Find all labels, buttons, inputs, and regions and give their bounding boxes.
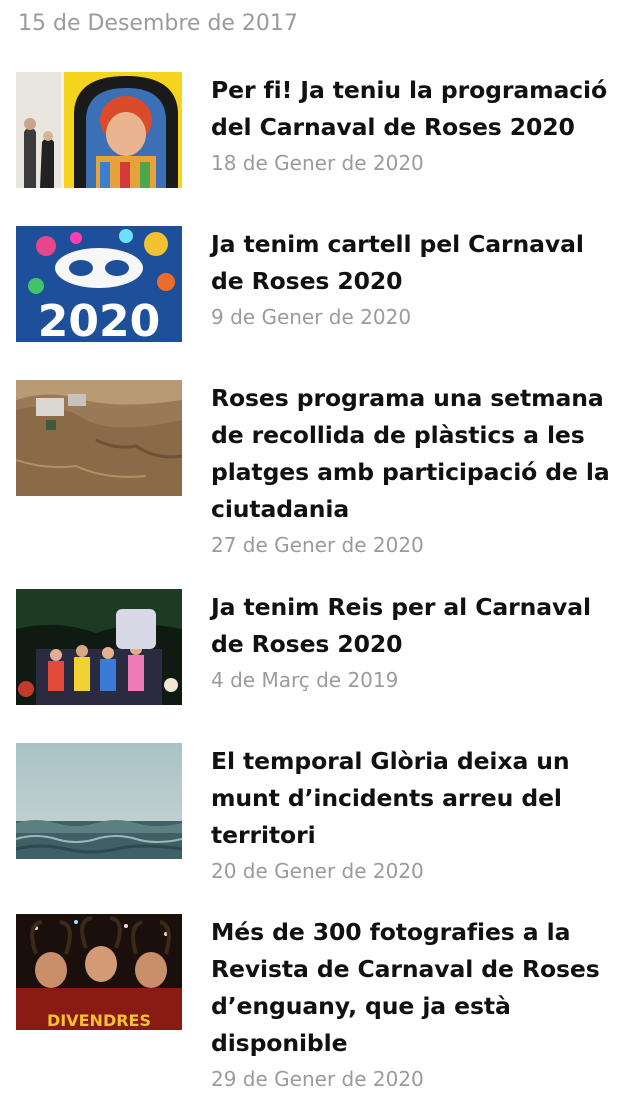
devils-photo-icon: DIVENDRES	[16, 914, 182, 1030]
thumb-poster-text: 2020	[38, 296, 160, 342]
article-title-link[interactable]: Ja tenim cartell pel Carnaval de Roses 2…	[211, 226, 610, 300]
article-title-link[interactable]: El temporal Glòria deixa un munt d’incid…	[211, 743, 610, 854]
article-date: 18 de Gener de 2020	[211, 151, 424, 175]
article-title-link[interactable]: Roses programa una setmana de recollida …	[211, 380, 610, 528]
clown-photo-icon	[16, 72, 182, 188]
stormy-sea-photo-icon	[16, 743, 182, 859]
article-thumbnail[interactable]	[16, 72, 182, 188]
article-thumbnail[interactable]: DIVENDRES	[16, 914, 182, 1030]
article-date: 20 de Gener de 2020	[211, 859, 424, 883]
article-thumbnail[interactable]	[16, 380, 182, 496]
article-title-link[interactable]: Més de 300 fotografies a la Revista de C…	[211, 914, 610, 1062]
article-date: 27 de Gener de 2020	[211, 533, 424, 557]
article-title-link[interactable]: Per fi! Ja teniu la programació del Carn…	[211, 72, 610, 146]
thumb-banner-text: DIVENDRES	[47, 1011, 151, 1030]
previous-article-date: 15 de Desembre de 2017	[18, 11, 298, 36]
aerial-coast-photo-icon	[16, 380, 182, 496]
article-date: 4 de Març de 2019	[211, 668, 399, 692]
article-thumbnail[interactable]	[16, 589, 182, 705]
article-thumbnail[interactable]: 2020	[16, 226, 182, 342]
parade-night-photo-icon	[16, 589, 182, 705]
article-title-link[interactable]: Ja tenim Reis per al Carnaval de Roses 2…	[211, 589, 610, 663]
article-date: 9 de Gener de 2020	[211, 305, 412, 329]
article-date: 29 de Gener de 2020	[211, 1067, 424, 1091]
article-thumbnail[interactable]	[16, 743, 182, 859]
poster-2020-photo-icon: 2020	[16, 226, 182, 342]
